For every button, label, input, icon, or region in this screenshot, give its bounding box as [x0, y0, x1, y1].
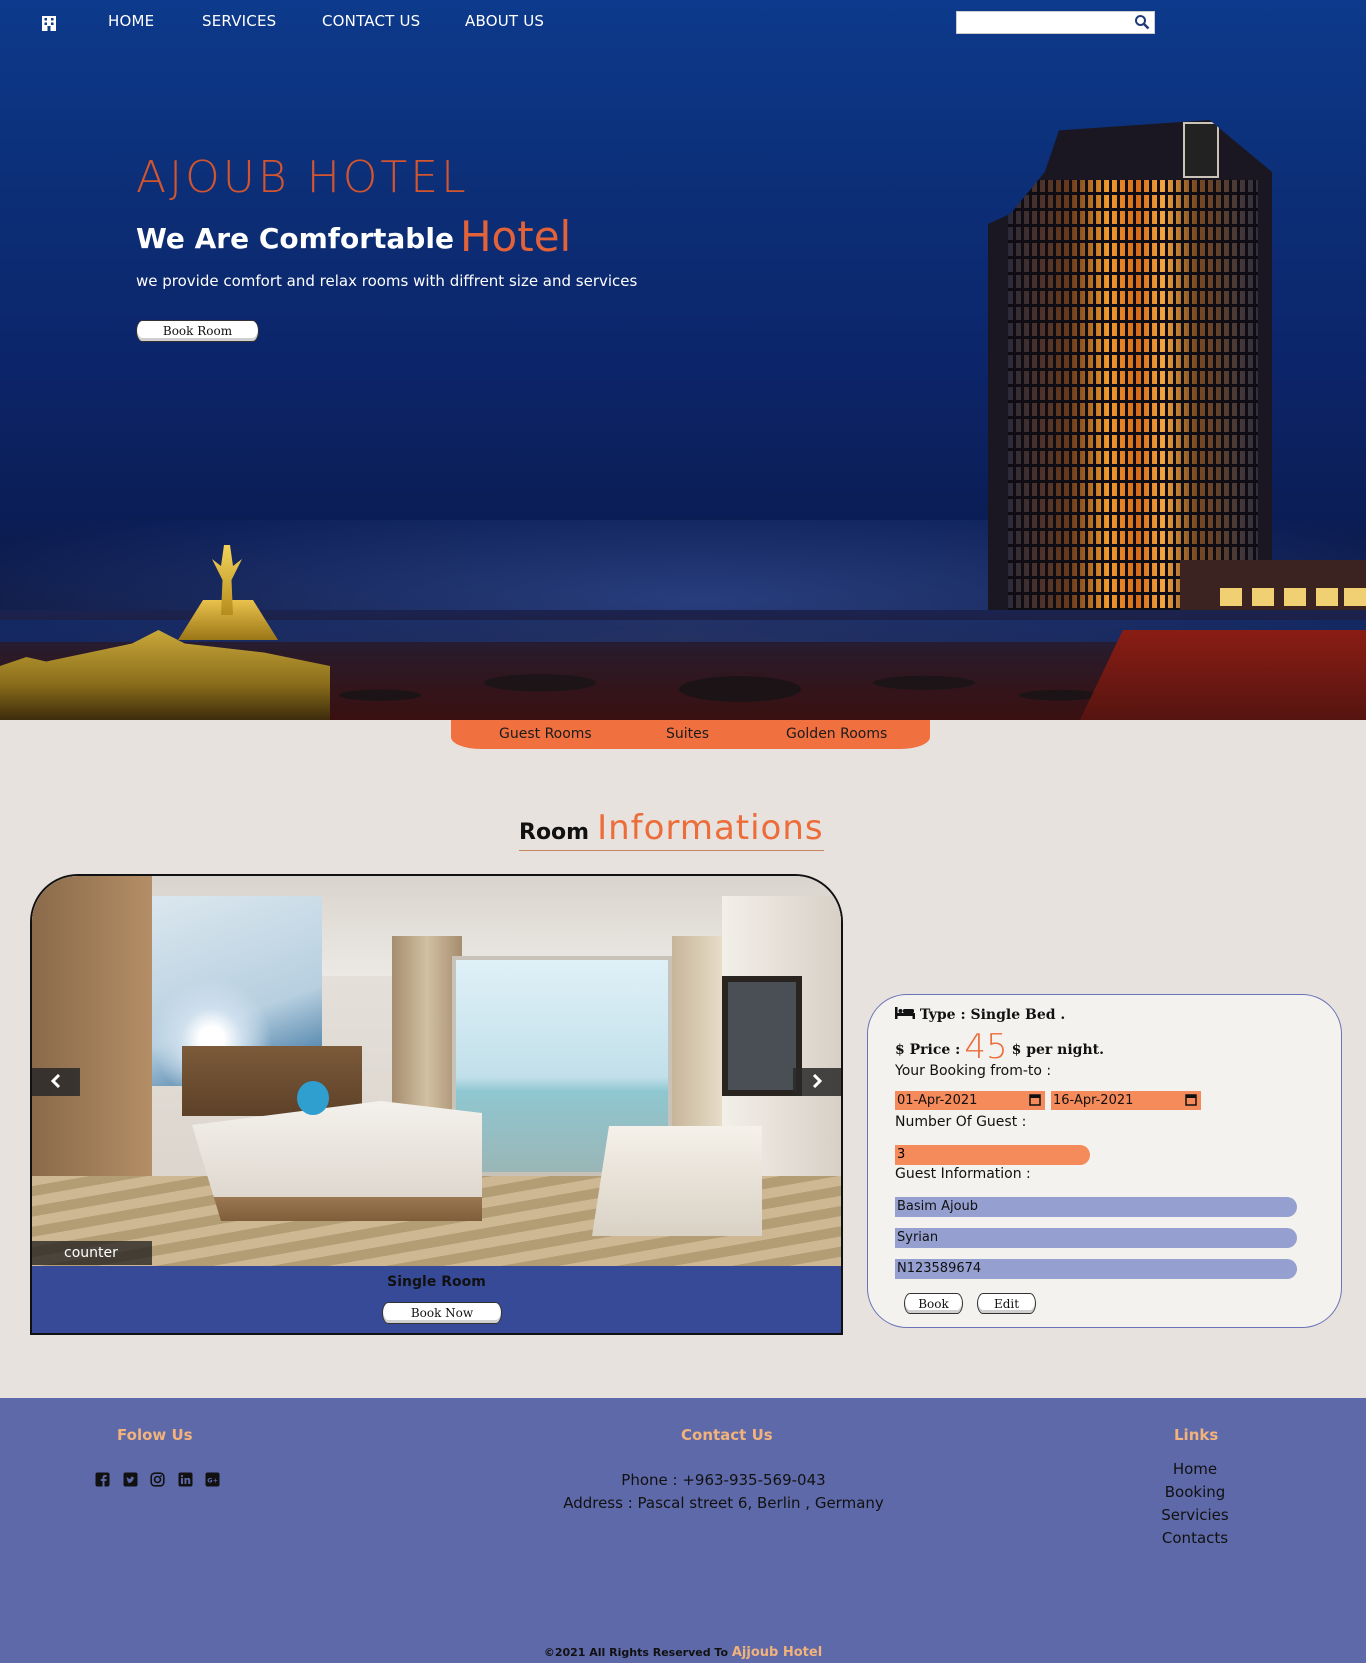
footer-link-home[interactable]: Home [1100, 1460, 1290, 1478]
desk [592, 1126, 762, 1236]
section-title: Room Informations [519, 808, 824, 851]
nav-about-link[interactable]: ABOUT US [465, 12, 544, 30]
date-from-input[interactable]: 01-Apr-2021 [895, 1091, 1045, 1110]
tab-guest-rooms[interactable]: Guest Rooms [499, 726, 592, 742]
chevron-left-icon [50, 1073, 62, 1092]
hotel-building-icon[interactable] [40, 14, 58, 32]
carousel-next-button[interactable] [793, 1068, 841, 1096]
book-now-button[interactable]: Book Now [382, 1302, 502, 1324]
edit-button[interactable]: Edit [977, 1293, 1036, 1314]
hero-section: HOME SERVICES CONTACT US ABOUT US AJOUB … [0, 0, 1366, 720]
date-to-input[interactable]: 16-Apr-2021 [1051, 1091, 1201, 1110]
section-title-accent: Informations [597, 808, 824, 848]
hero-subtitle: We Are Comfortable Hotel [136, 212, 571, 261]
price-suffix: $ per night. [1011, 1042, 1104, 1058]
guest-info-label: Guest Information : [895, 1166, 1031, 1182]
slide-counter: counter [32, 1241, 152, 1265]
guest-count-label: Number Of Guest : [895, 1114, 1027, 1130]
copyright-brand[interactable]: Ajjoub Hotel [732, 1645, 822, 1660]
copyright-text: ©2021 All Rights Reserved To [543, 1646, 729, 1659]
booking-panel: Type : Single Bed . $ Price :45 $ per nig… [867, 994, 1342, 1328]
room-type-text: Type : Single Bed . [919, 1007, 1066, 1023]
guest-passport-field[interactable]: N123589674 [895, 1259, 1297, 1279]
bed-icon [895, 1007, 920, 1023]
room-card: counter Single Room Book Now [30, 874, 843, 1335]
tab-golden-rooms[interactable]: Golden Rooms [786, 726, 887, 742]
date-to-value: 16-Apr-2021 [1053, 1093, 1134, 1108]
dollar-icon: $ [895, 1042, 905, 1058]
contact-us-heading: Contact Us [681, 1426, 773, 1444]
book-button[interactable]: Book [904, 1293, 963, 1314]
hero-subtitle-lead: We Are Comfortable [136, 222, 454, 255]
search-box [956, 11, 1155, 34]
guest-name-field[interactable]: Basim Ajoub [895, 1197, 1297, 1217]
wall-picture [722, 976, 802, 1096]
red-roof-building [1080, 630, 1366, 720]
date-from-value: 01-Apr-2021 [897, 1093, 978, 1108]
guest-nationality-field[interactable]: Syrian [895, 1228, 1297, 1248]
tab-suites[interactable]: Suites [666, 726, 709, 742]
bed [192, 1101, 482, 1221]
hero-description: we provide comfort and relax rooms with … [136, 272, 638, 290]
room-name: Single Room [387, 1274, 486, 1290]
hero-subtitle-accent: Hotel [459, 212, 572, 261]
footer-link-services[interactable]: Servicies [1100, 1506, 1290, 1524]
trees-silhouette [300, 596, 1100, 720]
search-input[interactable] [957, 13, 1132, 34]
copyright: ©2021 All Rights Reserved To Ajjoub Hote… [0, 1645, 1366, 1660]
top-navigation: HOME SERVICES CONTACT US ABOUT US [0, 0, 1366, 44]
hero-title: AJOUB HOTEL [136, 152, 469, 203]
search-icon[interactable] [1134, 14, 1150, 30]
room-photo: counter [32, 876, 841, 1266]
footer-link-booking[interactable]: Booking [1100, 1483, 1290, 1501]
guest-count-input[interactable]: 3 [895, 1145, 1090, 1165]
footer-link-contacts[interactable]: Contacts [1100, 1529, 1290, 1547]
room-type: Type : Single Bed . [895, 1007, 1065, 1023]
nav-home-link[interactable]: HOME [108, 12, 154, 30]
room-price: $ Price :45 $ per night. [895, 1027, 1104, 1067]
hotel-sign [1183, 122, 1219, 178]
calendar-icon[interactable] [1185, 1093, 1197, 1112]
follow-us-heading: Folow Us [117, 1426, 193, 1444]
nav-contact-link[interactable]: CONTACT US [322, 12, 420, 30]
calendar-icon[interactable] [1029, 1093, 1041, 1112]
book-room-button[interactable]: Book Room [136, 320, 259, 342]
booking-dates-label: Your Booking from-to : [895, 1063, 1052, 1079]
footer: Folow Us G+ Contact Us Phone : +963-935-… [0, 1398, 1366, 1663]
chevron-right-icon [811, 1073, 823, 1092]
carousel-prev-button[interactable] [32, 1068, 80, 1096]
section-title-lead: Room [519, 820, 590, 845]
room-category-tabs: Guest Rooms Suites Golden Rooms [451, 720, 930, 749]
price-label: Price : [909, 1042, 961, 1058]
links-heading: Links [1174, 1426, 1219, 1444]
price-value: 45 [964, 1027, 1008, 1067]
nav-services-link[interactable]: SERVICES [202, 12, 276, 30]
